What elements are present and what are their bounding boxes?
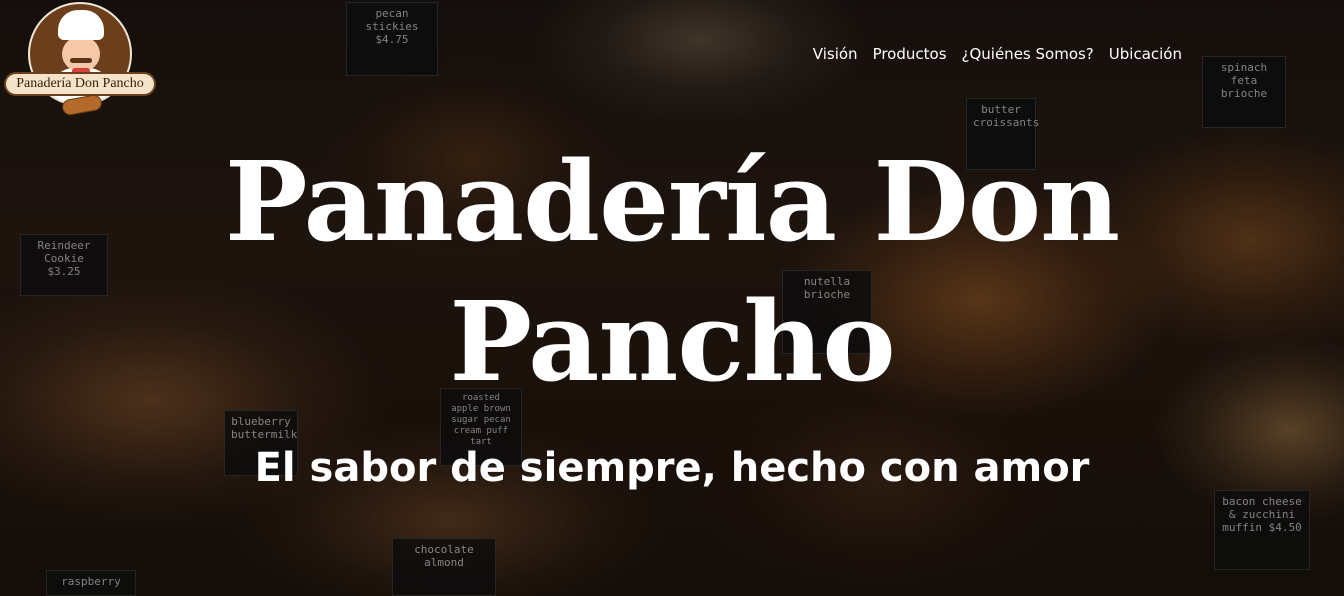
nav-link-vision[interactable]: Visión [813, 44, 858, 64]
nav-link-quienes-somos[interactable]: ¿Quiénes Somos? [962, 44, 1094, 64]
hero-title-line1: Panadería Don [224, 137, 1120, 266]
nav-link-ubicacion[interactable]: Ubicación [1109, 44, 1182, 64]
nav-link-productos[interactable]: Productos [873, 44, 947, 64]
hero-subtitle: El sabor de siempre, hecho con amor [254, 445, 1090, 491]
hero-title: Panadería Don Pancho [0, 132, 1344, 412]
hero-title-line2: Pancho [449, 277, 895, 406]
main-nav: Visión Productos ¿Quiénes Somos? Ubicaci… [813, 44, 1182, 64]
logo-banner-text: Panadería Don Pancho [4, 72, 156, 96]
site-logo[interactable]: Panadería Don Pancho [4, 2, 156, 118]
